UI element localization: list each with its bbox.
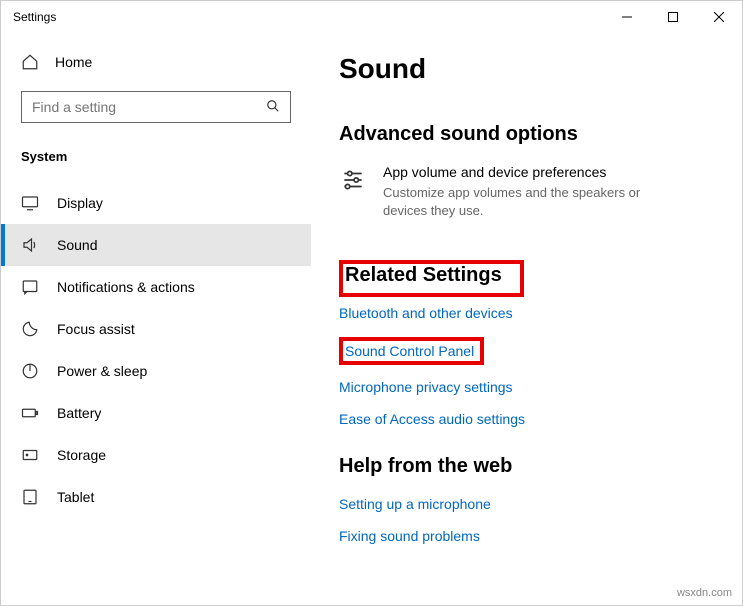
highlight-sound-control-panel: Sound Control Panel (339, 337, 484, 365)
highlight-related-heading: Related Settings (339, 260, 524, 297)
home-icon (21, 53, 39, 71)
section-label: System (1, 135, 311, 172)
battery-icon (21, 404, 39, 422)
advanced-item[interactable]: App volume and device preferences Custom… (339, 164, 714, 220)
sidebar-item-display[interactable]: Display (1, 182, 311, 224)
link-microphone-privacy[interactable]: Microphone privacy settings (339, 379, 714, 395)
sidebar-item-focus-assist[interactable]: Focus assist (1, 308, 311, 350)
close-icon (714, 12, 724, 22)
sidebar-item-label: Storage (57, 447, 106, 463)
related-section: Related Settings Bluetooth and other dev… (339, 260, 714, 427)
sidebar-item-tablet[interactable]: Tablet (1, 476, 311, 518)
search-icon (266, 99, 280, 116)
home-label: Home (55, 54, 92, 70)
help-heading: Help from the web (339, 455, 714, 478)
sidebar-item-battery[interactable]: Battery (1, 392, 311, 434)
sidebar-item-label: Display (57, 195, 103, 211)
link-bluetooth[interactable]: Bluetooth and other devices (339, 305, 714, 321)
content-area: Home System Display Sound Notifications … (1, 33, 742, 605)
advanced-heading: Advanced sound options (339, 123, 714, 146)
advanced-item-title: App volume and device preferences (383, 164, 683, 180)
sidebar-item-notifications[interactable]: Notifications & actions (1, 266, 311, 308)
window-controls (604, 1, 742, 33)
sidebar-item-power[interactable]: Power & sleep (1, 350, 311, 392)
sidebar: Home System Display Sound Notifications … (1, 33, 311, 605)
page-title: Sound (339, 53, 714, 85)
sidebar-item-storage[interactable]: Storage (1, 434, 311, 476)
sound-icon (21, 236, 39, 254)
display-icon (21, 194, 39, 212)
maximize-button[interactable] (650, 1, 696, 33)
sidebar-item-label: Power & sleep (57, 363, 147, 379)
watermark: wsxdn.com (677, 587, 732, 599)
sidebar-item-label: Focus assist (57, 321, 135, 337)
advanced-item-text: App volume and device preferences Custom… (383, 164, 683, 220)
sidebar-item-label: Sound (57, 237, 97, 253)
minimize-button[interactable] (604, 1, 650, 33)
close-button[interactable] (696, 1, 742, 33)
storage-icon (21, 446, 39, 464)
advanced-item-desc: Customize app volumes and the speakers o… (383, 184, 683, 220)
link-fix-sound[interactable]: Fixing sound problems (339, 528, 714, 544)
related-heading: Related Settings (345, 264, 502, 286)
help-section: Help from the web Setting up a microphon… (339, 455, 714, 544)
link-setup-microphone[interactable]: Setting up a microphone (339, 496, 714, 512)
focus-assist-icon (21, 320, 39, 338)
power-icon (21, 362, 39, 380)
tablet-icon (21, 488, 39, 506)
search-box[interactable] (21, 91, 291, 123)
window-title: Settings (13, 10, 56, 24)
link-sound-control-panel[interactable]: Sound Control Panel (345, 343, 474, 359)
minimize-icon (622, 12, 632, 22)
maximize-icon (668, 12, 678, 22)
nav-list: Display Sound Notifications & actions Fo… (1, 182, 311, 518)
link-ease-of-access[interactable]: Ease of Access audio settings (339, 411, 714, 427)
sidebar-item-label: Tablet (57, 489, 94, 505)
sidebar-item-sound[interactable]: Sound (1, 224, 311, 266)
sliders-icon (339, 166, 367, 194)
sidebar-item-label: Battery (57, 405, 101, 421)
sidebar-item-label: Notifications & actions (57, 279, 195, 295)
notifications-icon (21, 278, 39, 296)
home-button[interactable]: Home (1, 45, 311, 79)
main-panel: Sound Advanced sound options App volume … (311, 33, 742, 605)
search-input[interactable] (32, 99, 266, 115)
